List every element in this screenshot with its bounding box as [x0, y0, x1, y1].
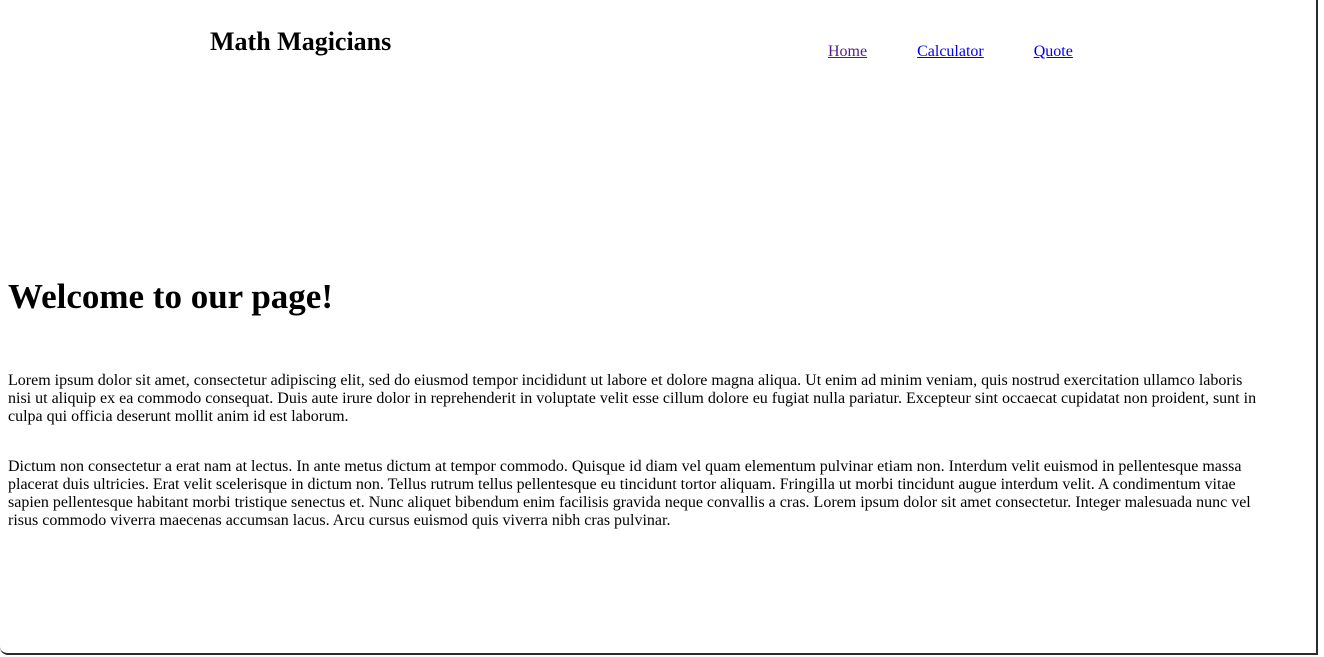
brand-title: Math Magicians — [210, 27, 392, 56]
nav-link-quote[interactable]: Quote — [1034, 43, 1073, 60]
nav-link-home[interactable]: Home — [828, 43, 867, 60]
intro-paragraph: Lorem ipsum dolor sit amet, consectetur … — [8, 372, 1257, 425]
page-title: Welcome to our page! — [8, 277, 333, 316]
nav-link-calculator[interactable]: Calculator — [917, 43, 984, 60]
page-frame: Math Magicians Home Calculator Quote Wel… — [0, 0, 1318, 655]
nav-item-calculator: Calculator — [917, 42, 984, 62]
body-paragraph: Dictum non consectetur a erat nam at lec… — [8, 458, 1251, 529]
nav-item-home: Home — [828, 42, 867, 62]
nav-item-quote: Quote — [1034, 42, 1073, 62]
nav-list: Home Calculator Quote — [828, 42, 1073, 62]
